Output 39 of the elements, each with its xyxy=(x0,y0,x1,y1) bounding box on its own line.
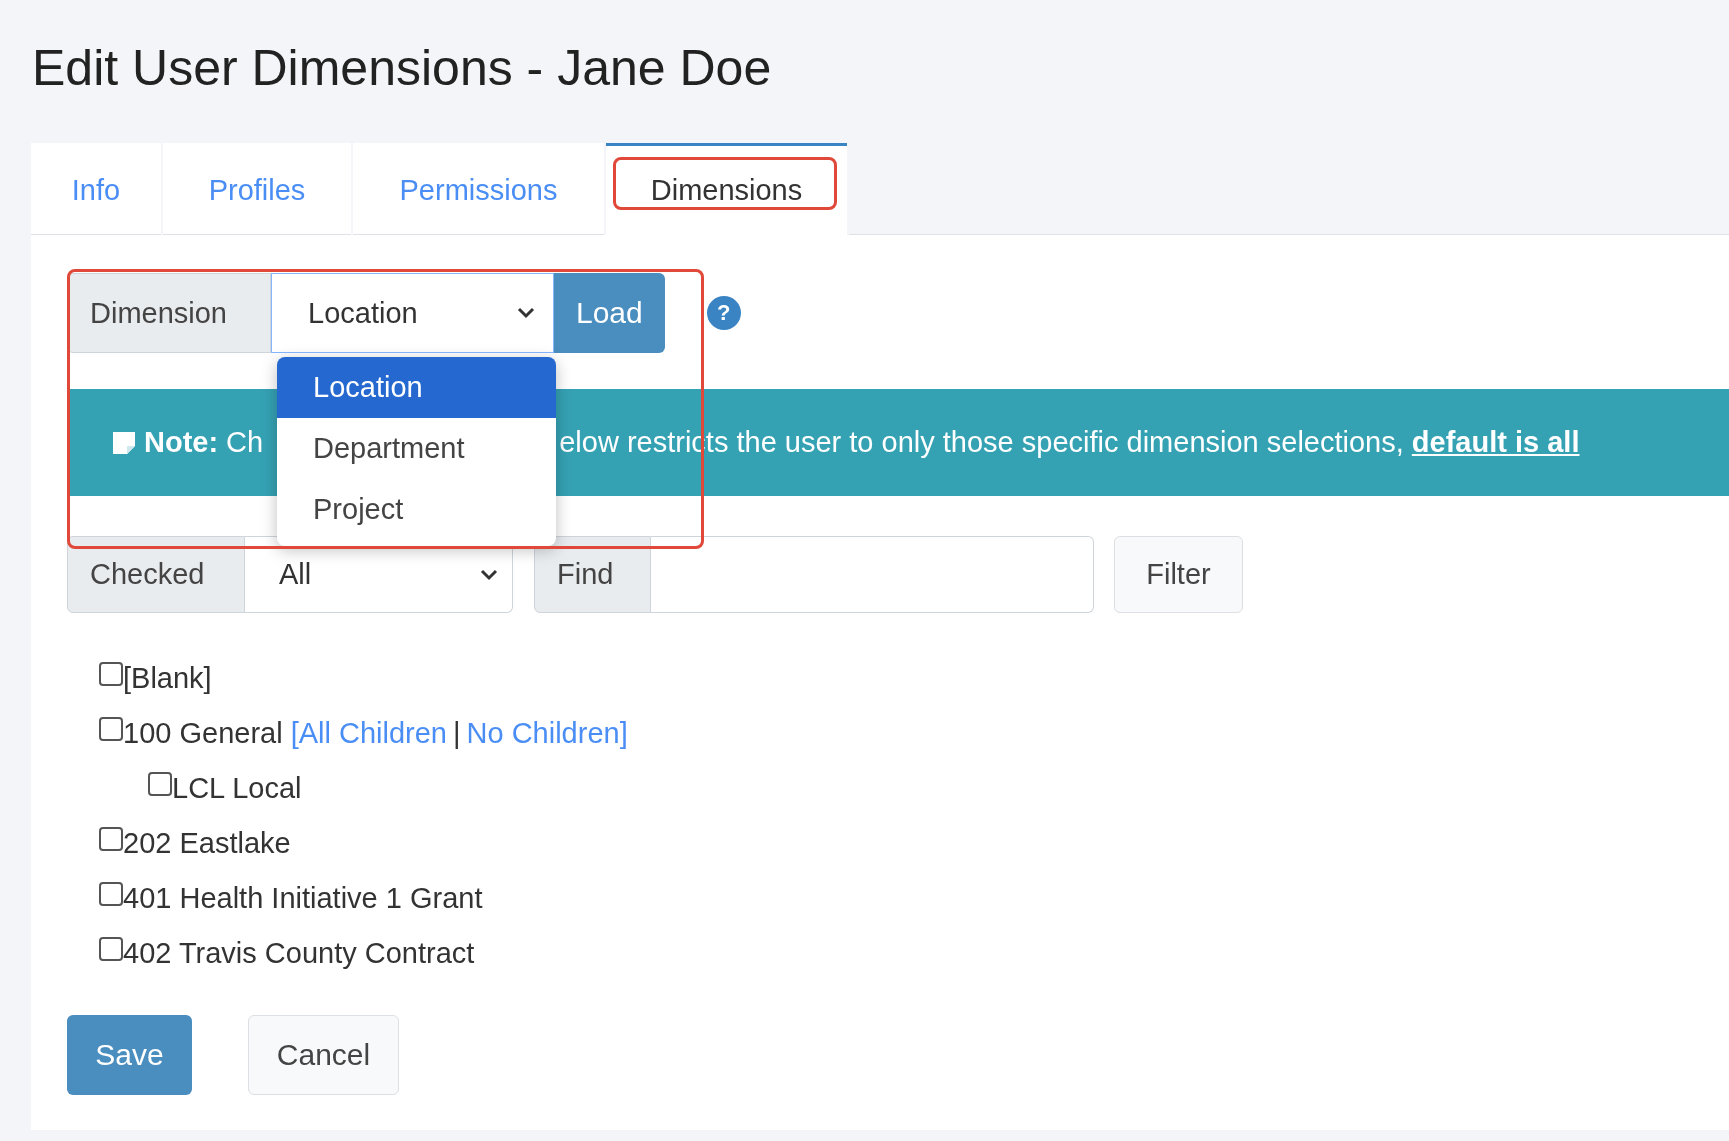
item-label: 401 Health Initiative 1 Grant xyxy=(123,882,483,915)
default-link[interactable]: default is all xyxy=(1411,426,1580,458)
save-button[interactable]: Save xyxy=(67,1015,192,1095)
dropdown-option[interactable]: Department xyxy=(277,418,556,479)
checkbox[interactable] xyxy=(99,936,123,961)
bracket: ] xyxy=(619,717,628,750)
separator: | xyxy=(453,717,461,750)
checked-label: Checked xyxy=(67,536,245,613)
item-label: 402 Travis County Contract xyxy=(123,937,475,970)
item-label: [Blank] xyxy=(123,662,212,695)
dropdown-option[interactable]: Location xyxy=(277,357,556,418)
dimension-select[interactable]: Location xyxy=(271,273,554,353)
load-button[interactable]: Load xyxy=(554,273,665,353)
find-label: Find xyxy=(534,536,651,613)
item-label: LCL Local xyxy=(172,772,302,805)
note-text: Ch xyxy=(226,426,264,459)
note-label: Note: xyxy=(144,426,219,459)
bracket: [ xyxy=(290,717,299,750)
checkbox[interactable] xyxy=(99,881,123,906)
item-label: 202 Eastlake xyxy=(123,827,291,860)
page-title: Edit User Dimensions - Jane Doe xyxy=(31,39,773,98)
find-field[interactable] xyxy=(651,536,1094,613)
tree-link[interactable]: No Children xyxy=(466,717,620,750)
tab[interactable]: Profiles xyxy=(163,143,351,235)
checkbox[interactable] xyxy=(148,771,172,796)
cancel-button[interactable]: Cancel xyxy=(248,1015,399,1095)
filter-button[interactable]: Filter xyxy=(1114,536,1243,613)
checkbox[interactable] xyxy=(99,716,123,741)
tab[interactable]: Info xyxy=(31,143,161,235)
checkbox[interactable] xyxy=(99,826,123,851)
item-label: 100 General xyxy=(123,717,283,750)
tab[interactable]: Dimensions xyxy=(606,143,847,235)
tab[interactable]: Permissions xyxy=(353,143,604,235)
dimension-label: Dimension xyxy=(67,273,271,353)
chevron-down-icon xyxy=(517,307,535,319)
chevron-down-icon xyxy=(480,568,498,581)
checkbox[interactable] xyxy=(99,661,123,686)
tree-link[interactable]: All Children xyxy=(298,717,447,750)
help-icon[interactable]: ? xyxy=(706,296,741,330)
